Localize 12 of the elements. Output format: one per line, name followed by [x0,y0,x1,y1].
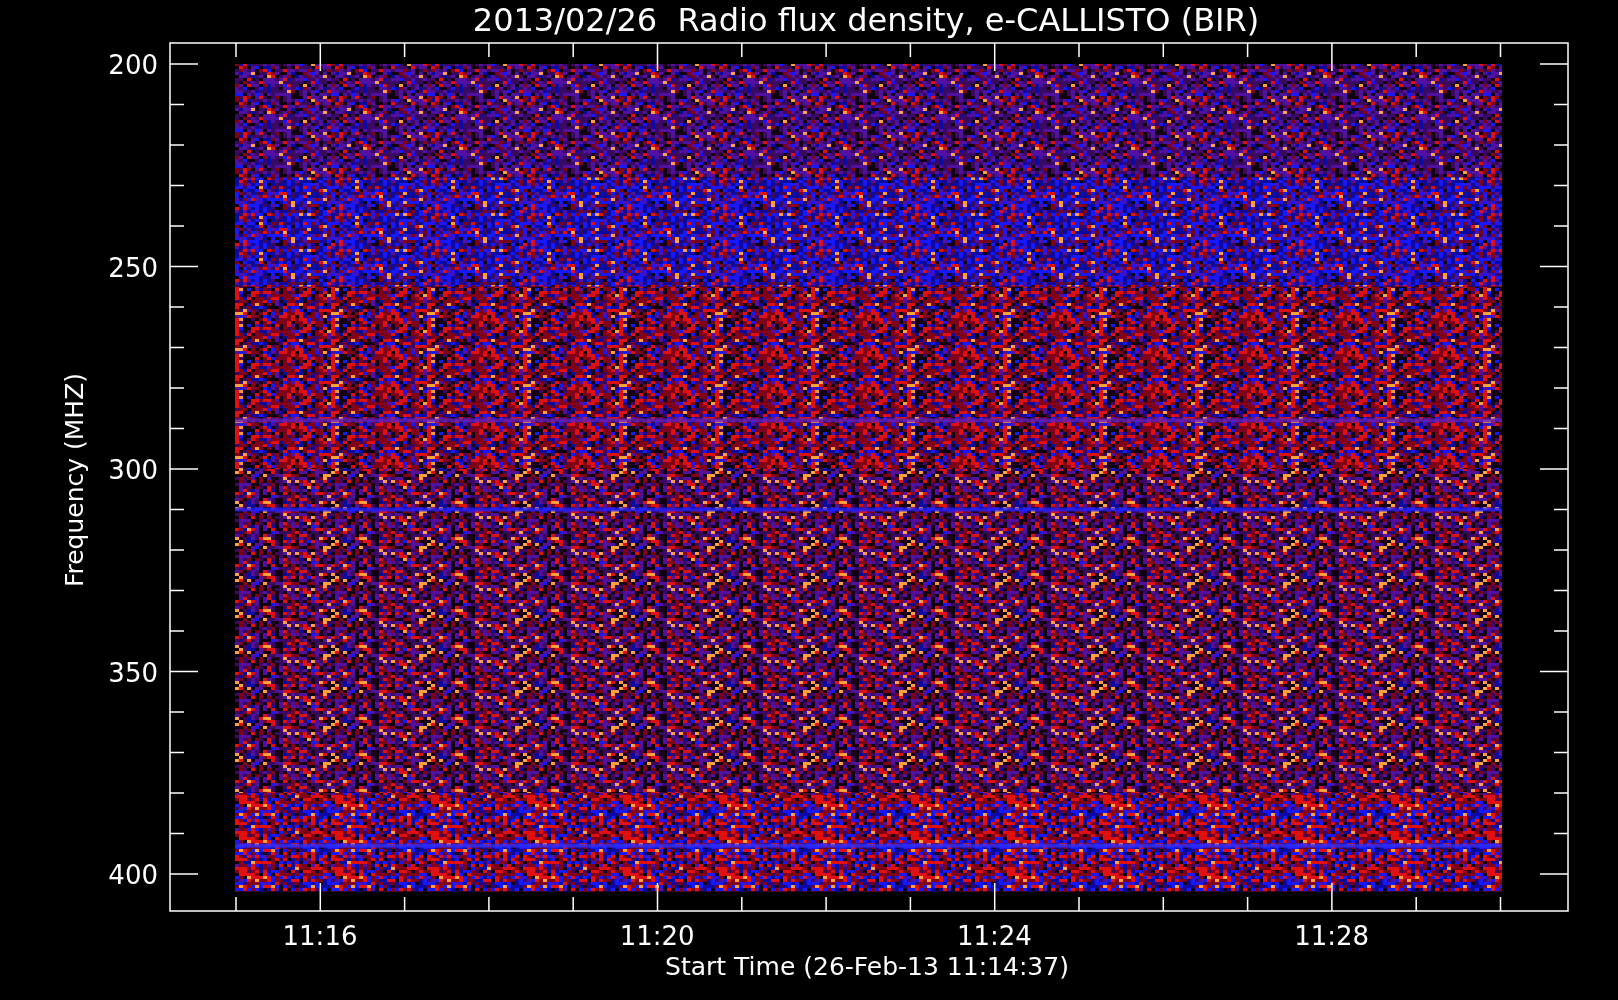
x-tick-label: 11:28 [1294,921,1370,951]
y-tick-label: 300 [108,455,158,485]
x-tick-label: 11:20 [619,921,695,951]
y-axis-label: Frequency (MHZ) [60,372,89,588]
x-tick-label: 11:16 [282,921,358,951]
y-tick-label: 350 [108,657,158,688]
y-tick-label: 400 [108,860,158,890]
chart-title: 2013/02/26 Radio flux density, e-CALLISTO (BIR) [472,1,1260,39]
x-tick-label: 11:24 [956,921,1032,951]
y-tick-label: 200 [108,50,158,80]
y-tick-label: 250 [108,252,158,283]
x-axis-label: Start Time (26-Feb-13 11:14:37) [665,952,1069,981]
